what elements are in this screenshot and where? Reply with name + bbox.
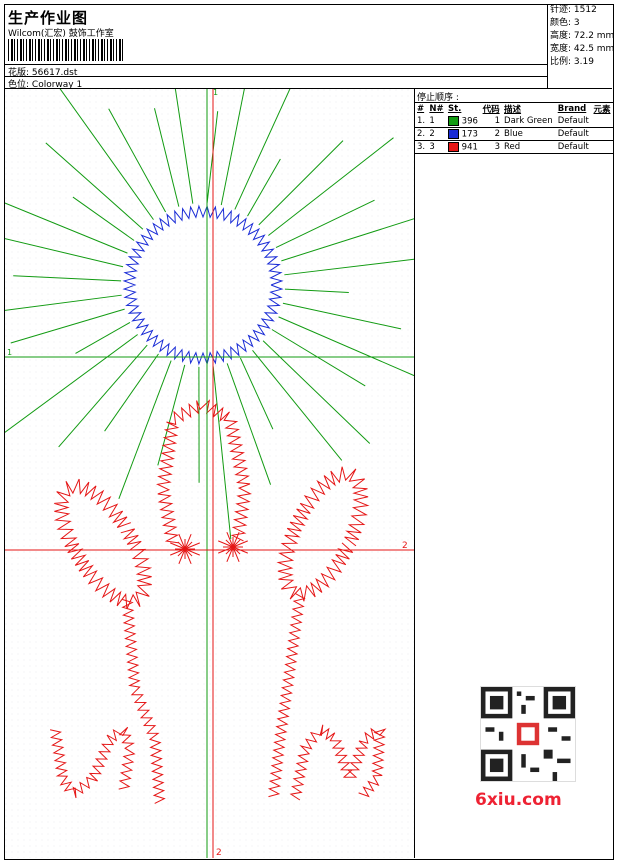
row-element	[591, 127, 613, 141]
stop-table-header: # N# St. 代码 描述 Brand 元素	[415, 103, 613, 115]
row-brand: Default	[555, 127, 592, 141]
stats-box: 针迹: 1512 颜色: 3 高度: 72.2 mm 宽度: 42.5 mm 比…	[548, 4, 615, 89]
row-st: 941	[445, 140, 481, 154]
row-element	[591, 140, 613, 154]
stop-sequence-title: 停止顺序 :	[415, 89, 613, 103]
col-st: St.	[447, 104, 462, 114]
col-n: N#	[429, 104, 444, 114]
col-num: #	[417, 104, 425, 114]
page-title: 生产作业图	[8, 9, 89, 27]
table-row: 3. 3 941 3 Red Default	[415, 140, 613, 154]
row-n: 3	[427, 140, 446, 154]
header-info: 生产作业图 Wilcom(汇宏) 鼓饰工作室 花版: 56617.dst 色位:…	[4, 4, 548, 90]
row-num: 1.	[415, 115, 428, 128]
col-code: 代码	[482, 105, 500, 115]
row-code: 1	[480, 115, 503, 128]
row-brand: Default	[555, 140, 592, 154]
watermark-text: 6xiu.com	[475, 790, 562, 810]
color-count: 颜色: 3	[550, 18, 580, 28]
embroidery-design: 1 1 2 2	[5, 89, 414, 858]
row-code: 2	[480, 127, 503, 141]
table-row: 2. 2 173 2 Blue Default	[415, 127, 613, 141]
row-desc: Red	[502, 140, 556, 154]
row-n: 2	[427, 127, 446, 141]
company-name: Wilcom(汇宏) 鼓饰工作室	[8, 29, 114, 39]
design-width: 宽度: 42.5 mm	[550, 44, 615, 54]
row-st-value: 173	[461, 129, 478, 140]
col-brand: Brand	[557, 104, 587, 114]
axis-label-green-top: 1	[213, 89, 218, 97]
row-brand: Default	[555, 115, 592, 128]
qr-code	[480, 686, 576, 782]
color-swatch	[447, 141, 459, 152]
row-element	[591, 115, 613, 128]
row-desc: Dark Green	[502, 115, 556, 128]
color-swatch	[447, 128, 459, 139]
row-st: 173	[445, 127, 481, 141]
row-st: 396	[445, 115, 481, 128]
axis-label-red-right: 2	[402, 541, 408, 551]
row-num: 2.	[415, 127, 428, 141]
table-row: 1. 1 396 1 Dark Green Default	[415, 115, 613, 128]
axis-label-red-bottom: 2	[216, 848, 222, 858]
row-st-value: 941	[461, 142, 478, 153]
col-element: 元素	[593, 105, 611, 115]
stitch-count: 针迹: 1512	[550, 5, 597, 15]
color-swatch	[447, 115, 459, 126]
barcode	[8, 39, 125, 61]
row-num: 3.	[415, 140, 428, 154]
col-desc: 描述	[504, 105, 522, 115]
row-n: 1	[427, 115, 446, 128]
stop-table: # N# St. 代码 描述 Brand 元素 1. 1 396 1 Dark …	[415, 103, 613, 154]
design-ratio: 比例: 3.19	[550, 57, 594, 67]
axis-label-green-left: 1	[7, 348, 12, 357]
row-st-value: 396	[461, 116, 478, 127]
row-desc: Blue	[502, 127, 556, 141]
design-height: 高度: 72.2 mm	[550, 31, 615, 41]
row-code: 3	[480, 140, 503, 154]
watermark: 6xiu.com	[470, 680, 582, 810]
